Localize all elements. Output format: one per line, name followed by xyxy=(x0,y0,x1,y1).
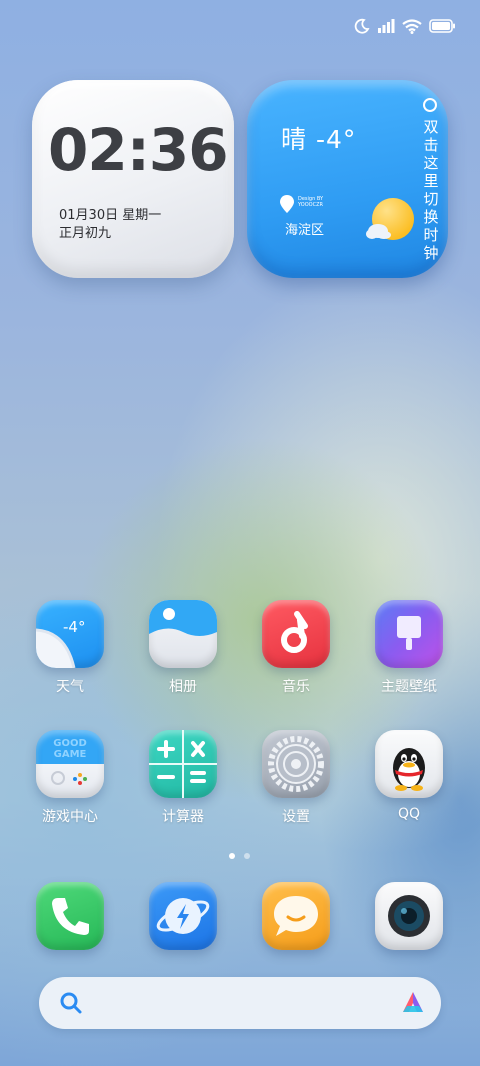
game-center-app-icon: GOOD GAME xyxy=(36,730,104,798)
dock-camera[interactable] xyxy=(359,882,459,950)
wifi-icon xyxy=(402,18,422,34)
battery-icon xyxy=(429,19,455,33)
app-settings[interactable]: 设置 xyxy=(246,730,346,826)
app-calculator[interactable]: 计算器 xyxy=(133,730,233,826)
app-label: 计算器 xyxy=(162,809,204,825)
app-game-center[interactable]: GOOD GAME 游戏中心 xyxy=(20,730,120,826)
dock-browser[interactable] xyxy=(133,882,233,950)
themes-app-icon xyxy=(375,600,443,668)
app-weather[interactable]: -4° 天气 xyxy=(20,600,120,696)
search-icon[interactable] xyxy=(59,991,83,1015)
camera-app-icon xyxy=(375,882,443,950)
settings-app-icon xyxy=(262,730,330,798)
messages-app-icon xyxy=(262,882,330,950)
qq-app-icon xyxy=(375,730,443,798)
switch-ring-icon xyxy=(423,98,437,112)
design-credit: Design BY YOOOCZR xyxy=(298,196,324,208)
clock-time: 02:36 xyxy=(48,116,229,184)
gallery-app-icon xyxy=(149,600,217,668)
search-bar[interactable] xyxy=(39,977,441,1029)
assistant-icon[interactable] xyxy=(399,990,427,1016)
weather-app-temp: -4° xyxy=(63,618,86,636)
weather-condition: 晴 -4° xyxy=(281,125,357,154)
app-label: 天气 xyxy=(56,679,84,695)
app-gallery[interactable]: 相册 xyxy=(133,600,233,696)
moon-icon xyxy=(354,18,370,34)
clock-lunar-date: 正月初九 xyxy=(59,226,112,241)
clock-widget[interactable]: 02:36 01月30日 星期一 正月初九 xyxy=(32,80,234,278)
clock-date: 01月30日 星期一 xyxy=(59,208,162,223)
status-bar xyxy=(354,18,456,34)
app-label: 设置 xyxy=(282,809,310,825)
phone-app-icon xyxy=(36,882,104,950)
app-label: 主题壁纸 xyxy=(381,679,437,695)
page-indicator[interactable] xyxy=(229,853,250,859)
browser-app-icon xyxy=(149,882,217,950)
switch-clock-hint[interactable]: 双击这里切换时钟 xyxy=(421,118,441,262)
page-dot-1[interactable] xyxy=(229,853,235,859)
dock-messages[interactable] xyxy=(246,882,346,950)
weather-location: 海淀区 xyxy=(285,223,325,238)
app-music[interactable]: 音乐 xyxy=(246,600,346,696)
location-pin-icon xyxy=(280,195,294,213)
page-dot-2[interactable] xyxy=(244,853,250,859)
music-app-icon xyxy=(262,600,330,668)
signal-icon xyxy=(378,19,395,33)
app-qq[interactable]: QQ xyxy=(359,730,459,822)
dock-phone[interactable] xyxy=(20,882,120,950)
app-label: 游戏中心 xyxy=(42,809,98,825)
sun-cloud-icon xyxy=(366,198,414,240)
app-label: QQ xyxy=(397,806,421,822)
app-label: 音乐 xyxy=(282,679,310,695)
app-label: 相册 xyxy=(169,679,197,695)
weather-app-icon: -4° xyxy=(36,600,104,668)
calculator-app-icon xyxy=(149,730,217,798)
app-themes[interactable]: 主题壁纸 xyxy=(359,600,459,696)
weather-widget[interactable]: 晴 -4° Design BY YOOOCZR 海淀区 双击这里切换时钟 xyxy=(247,80,448,278)
